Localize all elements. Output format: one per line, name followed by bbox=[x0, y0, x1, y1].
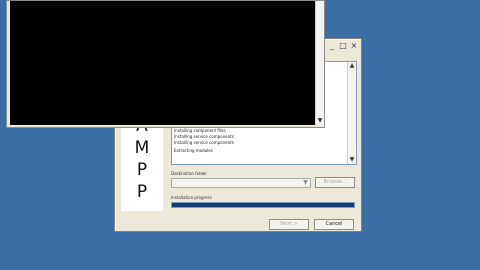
log-line: Installing service components bbox=[174, 134, 234, 139]
progress-label: Installation progress bbox=[171, 195, 212, 200]
maximize-button[interactable]: □ bbox=[338, 42, 348, 50]
banner-letter: P bbox=[136, 182, 148, 202]
log-line: Extracting modules bbox=[174, 148, 213, 153]
chevron-down-icon[interactable]: ▼ bbox=[301, 179, 310, 187]
console-scrollbar[interactable]: ▼ bbox=[315, 1, 324, 125]
log-line: Installing component files bbox=[174, 128, 226, 133]
banner-letter: M bbox=[134, 138, 150, 158]
installer-side-banner: A M P P bbox=[121, 115, 163, 211]
console-output[interactable] bbox=[10, 1, 315, 125]
banner-letter: P bbox=[136, 160, 148, 180]
cancel-button[interactable]: Cancel bbox=[314, 219, 354, 230]
log-line: Installing service components bbox=[174, 140, 234, 145]
install-progress-bar bbox=[171, 202, 355, 208]
log-scrollbar[interactable]: ▲ ▼ bbox=[347, 62, 356, 164]
browse-button[interactable]: Browse... bbox=[315, 177, 355, 188]
scroll-down-icon[interactable]: ▼ bbox=[316, 117, 324, 125]
destination-label: Destination folder bbox=[171, 171, 207, 176]
minimize-button[interactable]: _ bbox=[327, 42, 337, 50]
console-window[interactable]: ▼ bbox=[6, 0, 325, 128]
destination-select[interactable]: ▼ bbox=[171, 178, 311, 188]
scroll-up-icon[interactable]: ▲ bbox=[348, 62, 356, 70]
next-button[interactable]: Next > bbox=[269, 219, 309, 230]
scroll-down-icon[interactable]: ▼ bbox=[348, 156, 356, 164]
progress-fill bbox=[172, 203, 354, 207]
close-button[interactable]: × bbox=[349, 42, 359, 50]
